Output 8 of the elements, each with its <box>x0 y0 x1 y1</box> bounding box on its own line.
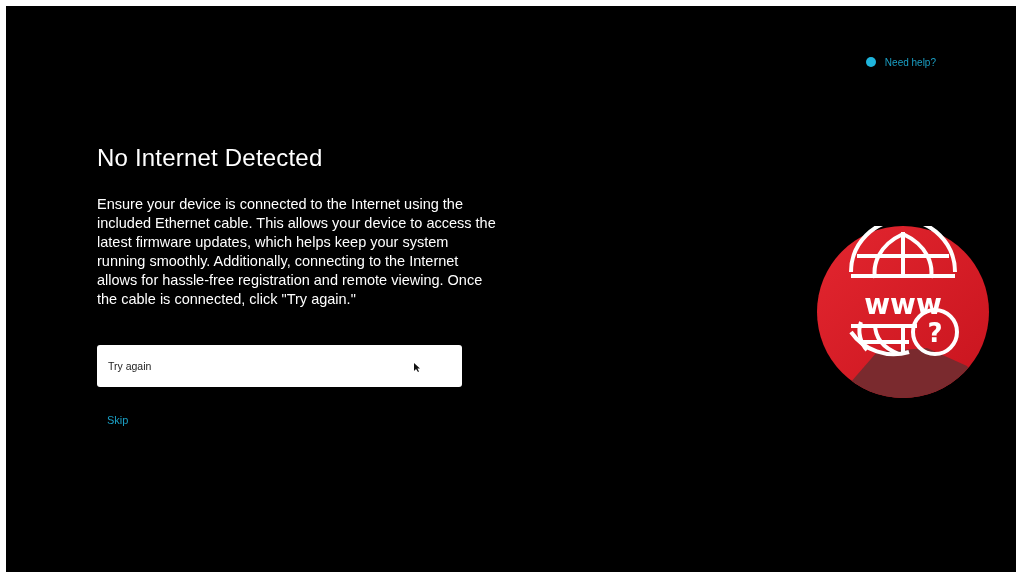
mouse-cursor-icon <box>414 363 420 372</box>
no-internet-globe-drawing: www ? <box>817 226 989 398</box>
help-link[interactable]: Need help? <box>865 55 936 69</box>
description-text: Ensure your device is connected to the Internet using the included Ethernet cable. This allows your device to access the latest firmware updates, which helps keep your system running smoothly. Additionally, connecting to the Internet allows for hassle-free registration and remote viewing. Once the cable is connected, click "Try again." <box>97 195 497 309</box>
page-title: No Internet Detected <box>97 144 323 172</box>
info-dot-icon <box>865 57 876 67</box>
skip-link[interactable]: Skip <box>107 414 129 426</box>
try-again-button[interactable]: Try again <box>97 345 462 387</box>
